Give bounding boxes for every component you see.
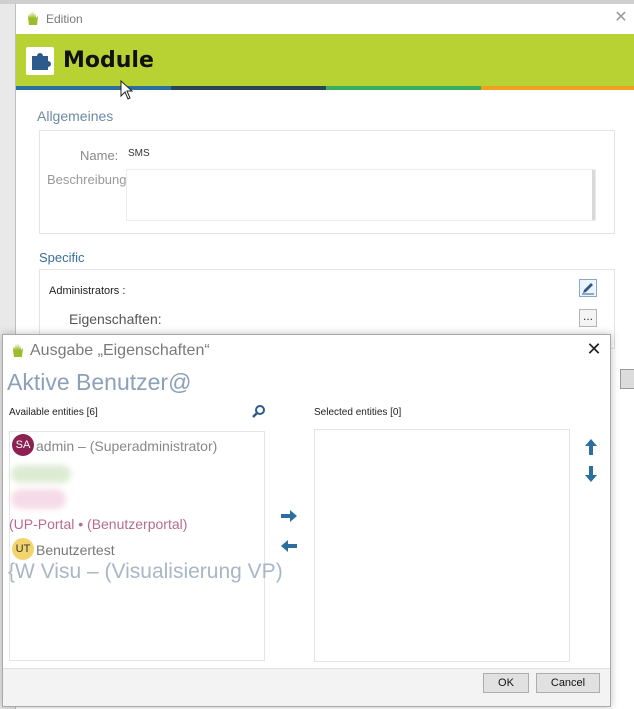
edition-title: Edition <box>46 12 83 26</box>
puzzle-icon <box>32 53 51 70</box>
selected-entities-list[interactable] <box>314 429 570 662</box>
list-item[interactable]: (UP-Portal • (Benutzerportal) <box>9 516 187 532</box>
name-label: Name: <box>80 148 119 163</box>
properties-label: Eigenschaften: <box>69 311 162 327</box>
arrow-up-icon[interactable] <box>583 438 599 456</box>
hand-icon <box>28 11 38 25</box>
description-label: Beschreibung: <box>47 172 131 187</box>
close-icon[interactable]: ✕ <box>583 338 605 360</box>
edit-administrators-button[interactable] <box>579 279 597 297</box>
list-item[interactable]: Benutzertest <box>36 542 115 558</box>
module-icon-box <box>26 47 54 75</box>
avatar: SA <box>12 434 34 456</box>
arrow-down-icon[interactable] <box>583 465 599 483</box>
module-header: Module <box>16 34 634 86</box>
list-item-obscured[interactable] <box>11 489 66 509</box>
selected-entities-label: Selected entities [0] <box>314 407 402 418</box>
obscured-button[interactable] <box>620 369 634 389</box>
description-textarea[interactable] <box>126 169 596 221</box>
module-color-stripes <box>16 86 634 90</box>
description-scrollbar[interactable] <box>592 170 595 220</box>
search-icon[interactable] <box>252 404 266 418</box>
ok-button[interactable]: OK <box>483 673 529 693</box>
avatar: UT <box>12 538 34 560</box>
cancel-button[interactable]: Cancel <box>536 673 600 693</box>
list-item[interactable]: admin – (Superadministrator) <box>36 438 217 454</box>
active-users-heading: Aktive Benutzer@ <box>7 369 192 395</box>
section-specific-heading: Specific <box>39 250 85 265</box>
edition-titlebar: Edition ✕ <box>16 4 634 34</box>
pencil-icon <box>582 283 594 295</box>
mouse-cursor-icon <box>120 80 134 100</box>
available-entities-label: Available entities [6] <box>9 407 98 418</box>
dialog-title: Ausgabe „Eigenschaften“ <box>30 342 210 359</box>
list-item[interactable]: {W Visu – (Visualisierung VP) <box>8 560 283 584</box>
arrow-right-icon[interactable] <box>279 508 299 524</box>
properties-browse-button[interactable]: ... <box>579 309 597 327</box>
hand-icon <box>13 343 23 357</box>
ausgabe-dialog: Ausgabe „Eigenschaften“ ✕ Aktive Benutze… <box>2 334 611 707</box>
section-general-heading: Allgemeines <box>37 108 114 124</box>
close-icon[interactable]: ✕ <box>611 8 631 28</box>
name-value[interactable]: SMS <box>128 148 150 159</box>
arrow-left-icon[interactable] <box>279 538 299 554</box>
module-title: Module <box>63 48 154 73</box>
list-item-obscured[interactable] <box>11 465 71 483</box>
administrators-label: Administrators : <box>49 285 126 297</box>
